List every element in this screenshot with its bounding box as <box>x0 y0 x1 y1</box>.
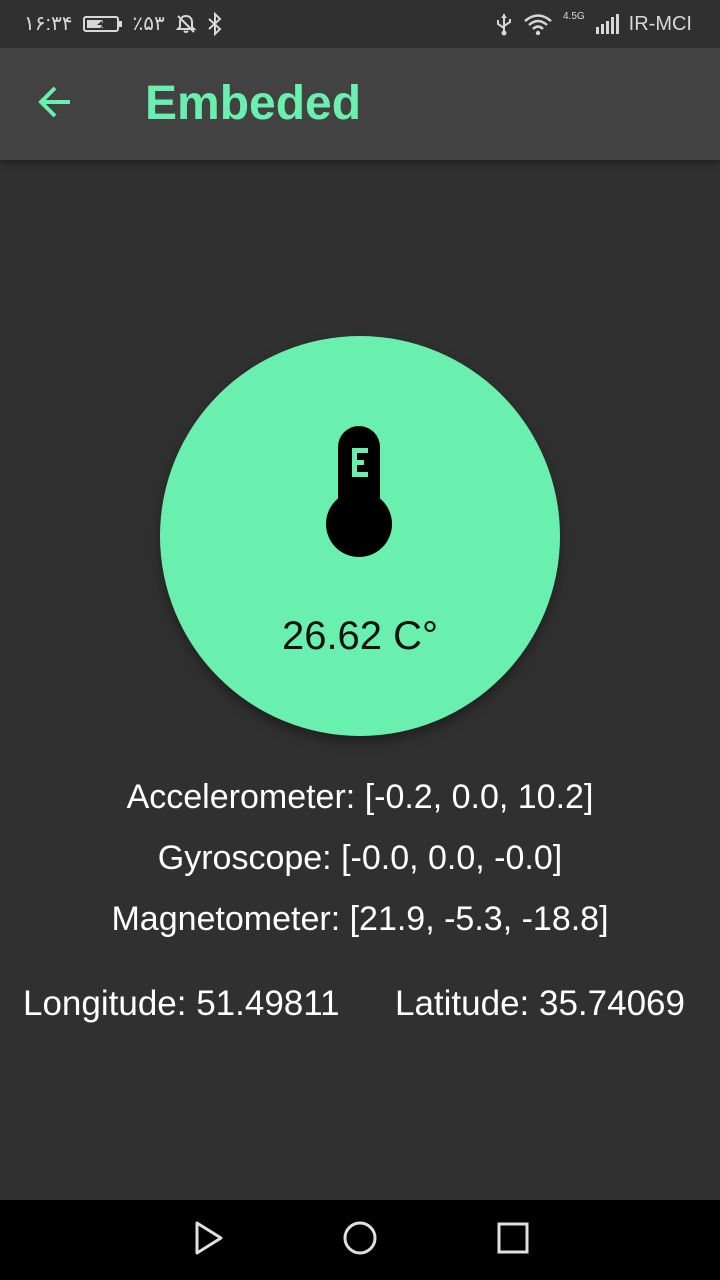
carrier-name: IR-MCI <box>628 13 692 35</box>
latitude-value: 35.74069 <box>539 984 685 1023</box>
app-bar: Embeded <box>0 48 720 160</box>
magnetometer-value: [21.9, -5.3, -18.8] <box>349 900 609 938</box>
nav-back-button[interactable] <box>183 1216 231 1264</box>
temperature-card: 26.62 C° <box>160 336 560 736</box>
status-time: ۱۶:۳۴ <box>24 13 73 35</box>
status-right: 4.5G IR-MCI <box>495 11 692 37</box>
latitude-reading: Latitude: 35.74069 <box>395 980 685 1028</box>
accelerometer-reading: Accelerometer: [-0.2, 0.0, 10.2] <box>0 775 720 819</box>
usb-icon <box>495 12 513 36</box>
nav-recents-button[interactable] <box>489 1216 537 1264</box>
longitude-value: 51.49811 <box>196 984 340 1023</box>
home-circle-icon <box>342 1220 378 1261</box>
location-row: Longitude: 51.49811 Latitude: 35.74069 <box>0 980 720 1028</box>
status-bar: ۱۶:۳۴ ٪۵۳ 4.5G IR-MCI <box>0 0 720 48</box>
battery-percent: ٪۵۳ <box>132 13 165 35</box>
page-title: Embeded <box>145 77 362 130</box>
accelerometer-label: Accelerometer: <box>126 778 365 816</box>
bluetooth-icon <box>207 12 223 36</box>
network-type: 4.5G <box>562 10 585 22</box>
back-triangle-icon <box>189 1220 225 1261</box>
longitude-label: Longitude: <box>23 984 197 1023</box>
nav-home-button[interactable] <box>336 1216 384 1264</box>
navigation-bar <box>0 1200 720 1280</box>
latitude-label: Latitude: <box>395 984 539 1023</box>
magnetometer-reading: Magnetometer: [21.9, -5.3, -18.8] <box>0 897 720 941</box>
wifi-icon <box>523 12 553 36</box>
magnetometer-label: Magnetometer: <box>111 900 350 938</box>
accelerometer-value: [-0.2, 0.0, 10.2] <box>364 778 594 816</box>
longitude-reading: Longitude: 51.49811 <box>23 980 340 1028</box>
gyroscope-label: Gyroscope: <box>157 839 342 877</box>
battery-charging-icon <box>82 14 123 34</box>
thermometer-icon <box>325 424 395 559</box>
recents-square-icon <box>495 1220 531 1261</box>
back-button[interactable] <box>24 72 88 136</box>
screen: ۱۶:۳۴ ٪۵۳ 4.5G IR-MCI Embeded 26.62 C° A… <box>0 0 720 1280</box>
status-left: ۱۶:۳۴ ٪۵۳ <box>24 11 223 37</box>
arrow-back-icon <box>36 82 76 127</box>
notifications-off-icon <box>175 13 197 35</box>
gyroscope-reading: Gyroscope: [-0.0, 0.0, -0.0] <box>0 836 720 880</box>
gyroscope-value: [-0.0, 0.0, -0.0] <box>341 839 563 877</box>
temperature-value: 26.62 C° <box>281 614 439 658</box>
signal-icon <box>595 13 619 35</box>
